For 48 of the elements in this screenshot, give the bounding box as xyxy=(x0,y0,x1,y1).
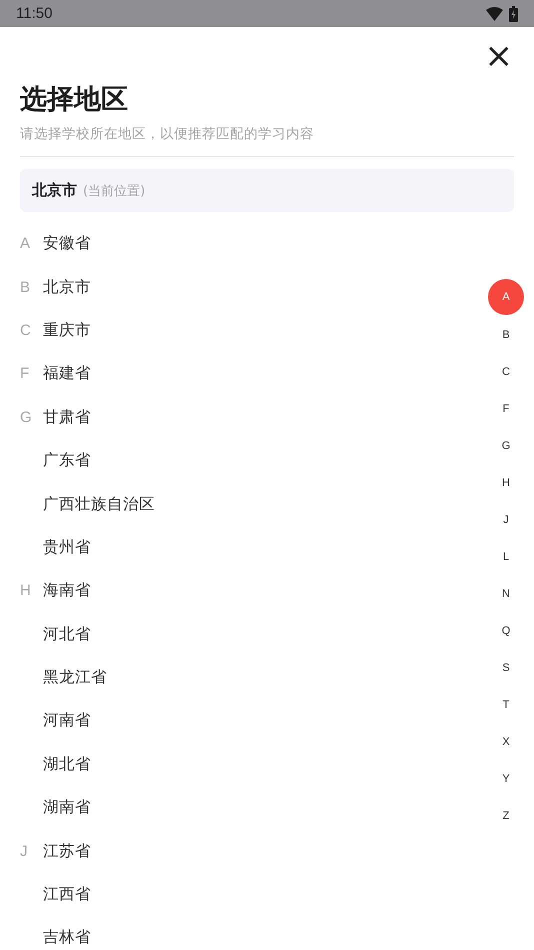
section-letter: J xyxy=(20,842,28,860)
region-item[interactable]: 河南省 xyxy=(43,710,91,732)
index-letter[interactable]: J xyxy=(488,501,524,538)
region-item[interactable]: 北京市 xyxy=(43,276,91,298)
index-letter[interactable]: Z xyxy=(488,797,524,834)
region-item[interactable]: 安徽省 xyxy=(43,233,91,254)
sheet-title: 选择地区 xyxy=(20,83,129,117)
section-letter: F xyxy=(20,365,30,382)
region-item[interactable]: 贵州省 xyxy=(43,536,91,558)
index-letter[interactable]: F xyxy=(488,390,524,427)
region-item[interactable]: 湖南省 xyxy=(43,797,91,818)
region-item[interactable]: 黑龙江省 xyxy=(43,667,107,688)
region-item[interactable]: 江苏省 xyxy=(43,840,91,862)
section-letter: B xyxy=(20,278,32,296)
region-item[interactable]: 河北省 xyxy=(43,624,91,645)
region-item[interactable]: 吉林省 xyxy=(43,927,91,948)
index-letter[interactable]: C xyxy=(488,353,524,390)
section-letter: A xyxy=(20,235,32,252)
index-letter[interactable]: A xyxy=(488,279,524,315)
section-letter: H xyxy=(20,582,32,600)
index-letter[interactable]: T xyxy=(488,686,524,723)
index-letter[interactable]: B xyxy=(488,316,524,353)
region-item[interactable]: 重庆市 xyxy=(43,320,91,341)
index-letter[interactable]: N xyxy=(488,575,524,612)
section-letter: G xyxy=(20,408,33,426)
section-letter: C xyxy=(20,322,32,339)
index-letter[interactable]: H xyxy=(488,464,524,501)
region-item[interactable]: 海南省 xyxy=(43,580,91,602)
region-item[interactable]: 甘肃省 xyxy=(43,406,91,428)
region-item[interactable]: 广东省 xyxy=(43,450,91,472)
current-location-note: (当前位置) xyxy=(83,182,146,200)
index-letter[interactable]: S xyxy=(488,649,524,686)
index-letter[interactable]: Q xyxy=(488,612,524,649)
index-letter[interactable]: G xyxy=(488,427,524,464)
index-letter[interactable]: Y xyxy=(488,760,524,797)
wifi-icon xyxy=(486,6,503,20)
sheet-subtitle: 请选择学校所在地区，以便推荐匹配的学习内容 xyxy=(20,125,514,157)
index-letter[interactable]: L xyxy=(488,538,524,575)
region-item[interactable]: 福建省 xyxy=(43,363,91,384)
battery-icon xyxy=(509,6,518,22)
status-time: 11:50 xyxy=(16,5,52,22)
index-letter[interactable]: X xyxy=(488,723,524,760)
region-item[interactable]: 湖北省 xyxy=(43,754,91,775)
region-item[interactable]: 江西省 xyxy=(43,884,91,906)
current-city: 北京市 xyxy=(32,181,77,200)
close-button[interactable]: × xyxy=(484,41,513,71)
current-location-item[interactable]: 北京市 (当前位置) xyxy=(20,169,514,212)
region-item[interactable]: 广西壮族自治区 xyxy=(43,494,155,515)
